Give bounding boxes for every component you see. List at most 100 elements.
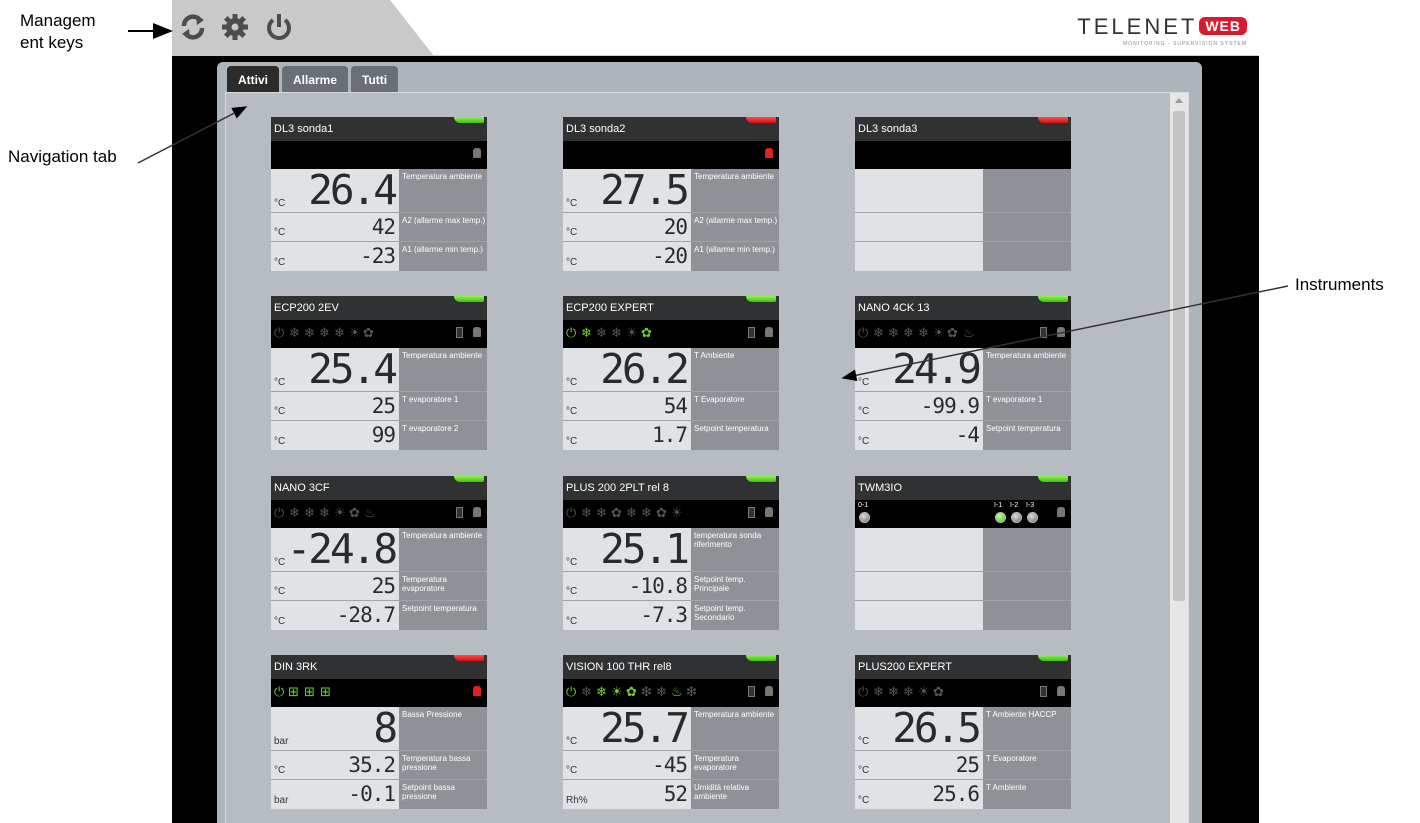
- value-description: Temperatura ambiente: [694, 710, 775, 719]
- instrument-card[interactable]: PLUS200 EXPERT ⏻ ❄ ❄ ❄ ☀ ✿ °C 26.5 T Ambiente HAC…: [855, 655, 1071, 809]
- main-value: 24.9: [892, 345, 982, 393]
- main-value: 25.7: [600, 704, 690, 752]
- secondary-value: 25: [371, 574, 396, 598]
- status-led-icon: [746, 296, 776, 302]
- unit-label: °C: [858, 406, 870, 417]
- value-description: Temperatura evaporatore: [694, 754, 739, 772]
- main-value-row: °C 25.4 Temperatura ambiente: [271, 346, 487, 392]
- status-icon: ✿: [349, 506, 360, 521]
- status-icon: ☀: [918, 685, 930, 700]
- tab-attivi[interactable]: Attivi: [227, 66, 279, 94]
- status-led-icon: [1038, 476, 1068, 482]
- status-led-icon: [746, 476, 776, 482]
- instrument-card[interactable]: TWM3IO 0-1 I-1 I-2 I-3: [855, 476, 1071, 630]
- instrument-name: NANO 4CK 13: [858, 302, 930, 314]
- main-value-row: °C -24.8 Temperatura ambiente: [271, 525, 487, 573]
- refresh-icon[interactable]: [178, 12, 208, 42]
- status-icon: ❄: [581, 326, 592, 341]
- unit-label: °C: [274, 765, 286, 776]
- instrument-name: DL3 sonda2: [566, 123, 626, 135]
- instrument-name: PLUS200 EXPERT: [858, 661, 952, 673]
- secondary-value: 99: [371, 423, 396, 447]
- io-indicator-icon: [995, 512, 1006, 523]
- instrument-card[interactable]: DIN 3RK ⏻ ⊞ ⊞ ⊞ bar 8 Bassa Pressione °C 35.2 Temp…: [271, 655, 487, 809]
- secondary-value-row: °C -99.9 T evaporatore 1: [855, 392, 1071, 421]
- secondary-value-row: °C -20 A1 (allarme min temp.): [563, 242, 779, 271]
- instrument-card[interactable]: DL3 sonda1 °C 26.4 Temperatura ambiente °C 42…: [271, 117, 487, 271]
- tab-tutti[interactable]: Tutti: [351, 66, 399, 94]
- status-icon: ❄: [903, 326, 914, 341]
- value-description: T evaporatore 1: [402, 395, 459, 404]
- main-value-row: °C 26.5 T Ambiente HACCP: [855, 705, 1071, 751]
- vertical-scrollbar[interactable]: [1170, 93, 1188, 823]
- instrument-card[interactable]: ECP200 2EV ⏻ ❄ ❄ ❄ ❄ ☀ ✿ °C 25.4 Temperatura ambie…: [271, 296, 487, 450]
- value-description: Setpoint temp. Principale: [694, 575, 746, 593]
- value-description: temperatura sonda riferimento: [694, 531, 762, 549]
- status-icon: ❄: [289, 506, 300, 521]
- door-icon: [456, 507, 463, 518]
- io-label: I-2: [1010, 502, 1019, 509]
- scroll-up-arrow-icon[interactable]: [1175, 98, 1183, 103]
- status-icon: ✿: [611, 506, 622, 521]
- instrument-card[interactable]: DL3 sonda2 °C 27.5 Temperatura ambiente °C 20…: [563, 117, 779, 271]
- status-icon: ❄: [626, 506, 637, 521]
- main-value: 26.2: [600, 345, 690, 393]
- telenet-web-logo: TELENET WEB MONITORING - SUPERVISION SYST…: [1077, 14, 1247, 47]
- gear-icon[interactable]: [220, 12, 250, 42]
- instrument-header: DL3 sonda2: [563, 117, 779, 141]
- status-icon: ❄: [596, 506, 607, 521]
- secondary-value-row: bar -0.1 Setpoint bassa pressione: [271, 780, 487, 809]
- instrument-status-icons: [271, 141, 487, 169]
- secondary-value-row: °C 25 Temperatura evaporatore: [271, 572, 487, 601]
- status-icon: ❄: [319, 506, 330, 521]
- value-description: Temperatura ambiente: [986, 351, 1067, 360]
- value-description: Bassa Pressione: [402, 710, 463, 719]
- status-led-icon: [454, 655, 484, 661]
- main-value-row: °C 25.1 temperatura sonda riferimento: [563, 526, 779, 572]
- door-icon: [748, 507, 755, 518]
- secondary-value-row: °C -28.7 Setpoint temperatura: [271, 601, 487, 630]
- unit-label: °C: [566, 616, 578, 627]
- status-icon: ❄: [319, 326, 330, 341]
- door-icon: [456, 327, 463, 338]
- callout-navigation-tab: Navigation tab: [8, 147, 117, 166]
- status-icon: ☀: [334, 506, 346, 521]
- instrument-card[interactable]: NANO 4CK 13 ⏻ ❄ ❄ ❄ ❄ ☀ ✿ ♨ °C 24.9 Temperatura amb…: [855, 296, 1071, 450]
- scroll-thumb[interactable]: [1173, 111, 1185, 601]
- instrument-card[interactable]: PLUS 200 2PLT rel 8 ⏻ ❄ ❄ ✿ ❄ ❄ ✿ ☀ °C 25.1 tempera…: [563, 476, 779, 630]
- logo-text: TELENET: [1077, 14, 1198, 39]
- instrument-status-icons: ⏻ ⊞ ⊞ ⊞: [271, 679, 487, 707]
- unit-label: °C: [274, 377, 286, 388]
- instrument-status-icons: ⏻ ❄ ❄ ❄ ❄ ☀ ✿ ♨: [855, 320, 1071, 348]
- status-icon: ✿: [363, 326, 374, 341]
- power-icon[interactable]: [264, 12, 294, 42]
- main-value: -24.8: [286, 525, 398, 573]
- status-icon: ❇: [686, 685, 697, 700]
- main-value: 27.5: [600, 166, 690, 214]
- instrument-name: DIN 3RK: [274, 661, 318, 673]
- instrument-card[interactable]: NANO 3CF ⏻ ❄ ❄ ❄ ☀ ✿ ♨ °C -24.8 Temperatura ambien…: [271, 476, 487, 630]
- main-value-row: °C 26.2 T Ambiente: [563, 345, 779, 393]
- status-icon: ⏻: [274, 326, 285, 341]
- value-description: Temperatura evaporatore: [402, 575, 447, 593]
- instrument-header: PLUS 200 2PLT rel 8: [563, 476, 779, 500]
- unit-label: °C: [274, 616, 286, 627]
- thermometer-icon: [473, 686, 481, 696]
- instrument-card[interactable]: ECP200 EXPERT ⏻ ❄ ❄ ❄ ☀ ✿ °C 26.2 T Ambiente °C 54 T…: [563, 296, 779, 450]
- secondary-value: -28.7: [336, 603, 396, 627]
- value-description: A1 (allarme min temp.): [694, 245, 775, 254]
- status-icon: ✿: [933, 685, 944, 700]
- status-icon: ❄: [304, 326, 315, 341]
- status-led-icon: [1038, 655, 1068, 661]
- tab-allarme[interactable]: Allarme: [282, 66, 349, 94]
- status-icon: ✿: [947, 326, 958, 341]
- instrument-header: TWM3IO: [855, 476, 1071, 500]
- instrument-status-icons: [855, 141, 1071, 169]
- instrument-card[interactable]: VISION 100 THR rel8 ⏻ ❄ ❄ ☀ ✿ ❇ ❄ ♨ ❇ °C 25.7 Temper…: [563, 655, 779, 809]
- unit-label: °C: [274, 227, 286, 238]
- secondary-value: 35.2: [348, 753, 396, 777]
- secondary-value: -10.8: [628, 574, 688, 598]
- status-icon: ❇: [641, 685, 652, 700]
- io-label: I-3: [1026, 502, 1035, 509]
- instrument-card[interactable]: DL3 sonda3: [855, 117, 1071, 271]
